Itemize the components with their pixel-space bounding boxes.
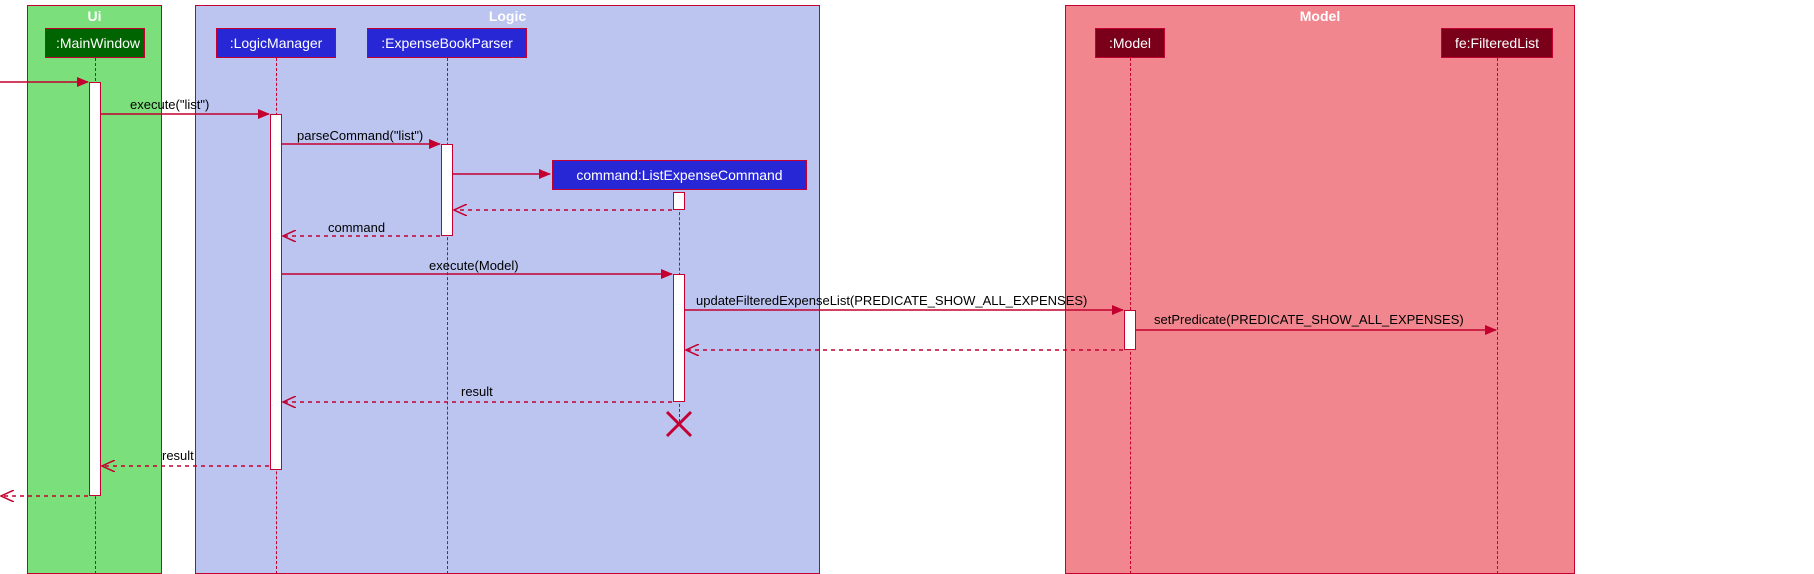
box-ui-title: Ui bbox=[88, 8, 102, 24]
activation-mainwindow bbox=[89, 82, 101, 496]
label-updatefiltered: updateFilteredExpenseList(PREDICATE_SHOW… bbox=[696, 293, 1087, 308]
label-result-1: result bbox=[461, 384, 493, 399]
participant-model: :Model bbox=[1095, 28, 1165, 58]
participant-mainwindow: :MainWindow bbox=[45, 28, 145, 58]
participant-listexpensecommand: command:ListExpenseCommand bbox=[552, 160, 807, 190]
label-setpredicate: setPredicate(PREDICATE_SHOW_ALL_EXPENSES… bbox=[1154, 312, 1464, 327]
participant-expensebookparser: :ExpenseBookParser bbox=[367, 28, 527, 58]
sequence-diagram: Ui Logic Model :MainWindow :LogicManager… bbox=[0, 0, 1814, 574]
label-execute-model: execute(Model) bbox=[429, 258, 519, 273]
lifeline-expensebookparser bbox=[447, 58, 448, 574]
activation-model bbox=[1124, 310, 1136, 350]
box-model: Model bbox=[1065, 5, 1575, 574]
box-logic: Logic bbox=[195, 5, 820, 574]
lifeline-filteredlist bbox=[1497, 58, 1498, 574]
participant-logicmanager: :LogicManager bbox=[216, 28, 336, 58]
activation-expensebookparser bbox=[441, 144, 453, 236]
label-command: command bbox=[328, 220, 385, 235]
label-parsecommand: parseCommand("list") bbox=[297, 128, 423, 143]
activation-logicmanager bbox=[270, 114, 282, 470]
label-result-2: result bbox=[162, 448, 194, 463]
activation-listcmd-1 bbox=[673, 192, 685, 210]
box-logic-title: Logic bbox=[489, 8, 526, 24]
participant-filteredlist: fe:FilteredList bbox=[1441, 28, 1553, 58]
label-execute-list: execute("list") bbox=[130, 97, 209, 112]
box-model-title: Model bbox=[1300, 8, 1340, 24]
activation-listcmd-2 bbox=[673, 274, 685, 402]
